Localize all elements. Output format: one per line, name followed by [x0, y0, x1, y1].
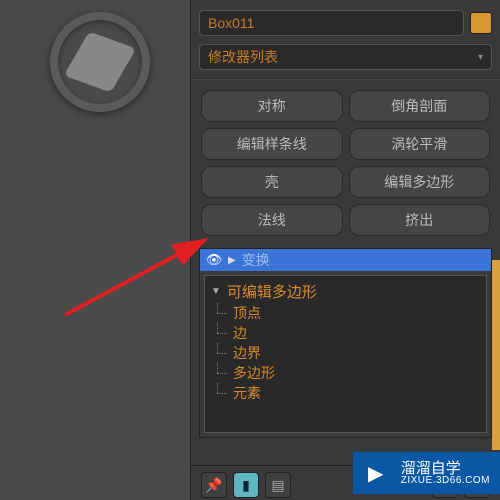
watermark-url: ZIXUE.3D66.COM	[401, 476, 490, 486]
modifier-btn-normal[interactable]: 法线	[201, 204, 343, 236]
subobj-polygon[interactable]: 多边形	[209, 363, 482, 383]
base-object-label: 可编辑多边形	[227, 281, 317, 302]
modifier-btn-turbosmooth[interactable]: 涡轮平滑	[349, 128, 491, 160]
modifier-list-label: 修改器列表	[208, 47, 278, 67]
subobj-edge[interactable]: 边	[209, 323, 482, 343]
show-end-result-icon[interactable]: ▮	[233, 472, 259, 498]
subobj-border[interactable]: 边界	[209, 343, 482, 363]
stack-selected-modifier[interactable]: 👁 ▶ 变换	[200, 249, 491, 271]
modifier-list-dropdown[interactable]: 修改器列表 ▾	[199, 44, 492, 70]
pin-stack-icon[interactable]: 📌	[201, 472, 227, 498]
view-cube[interactable]	[40, 2, 160, 122]
object-name-input[interactable]	[199, 10, 464, 36]
watermark-logo-icon: ▶	[359, 456, 393, 490]
modifier-btn-shell[interactable]: 壳	[201, 166, 343, 198]
stack-tree: ▼ 可编辑多边形 顶点 边 边界 多边形 元素	[204, 275, 487, 433]
modifier-btn-symmetry[interactable]: 对称	[201, 90, 343, 122]
panel-scrollbar[interactable]	[492, 260, 500, 450]
modifier-stack: 👁 ▶ 变换 ▼ 可编辑多边形 顶点 边 边界 多边形 元素	[199, 248, 492, 438]
selected-modifier-label: 变换	[242, 250, 270, 270]
watermark-brand: 溜溜自学	[401, 461, 490, 476]
collapse-icon[interactable]: ▼	[211, 286, 221, 297]
visibility-eye-icon[interactable]: 👁	[206, 252, 222, 268]
expand-icon[interactable]: ▶	[228, 255, 236, 266]
modifier-btn-extrude[interactable]: 挤出	[349, 204, 491, 236]
modify-panel: 修改器列表 ▾ 对称 倒角剖面 编辑样条线 涡轮平滑 壳 编辑多边形 法线 挤出…	[190, 0, 500, 500]
divider	[191, 78, 500, 80]
modifier-btn-edit-poly[interactable]: 编辑多边形	[349, 166, 491, 198]
object-name-row	[191, 6, 500, 40]
modifier-btn-edit-spline[interactable]: 编辑样条线	[201, 128, 343, 160]
modifier-shortcut-grid: 对称 倒角剖面 编辑样条线 涡轮平滑 壳 编辑多边形 法线 挤出	[191, 84, 500, 242]
modifier-btn-bevel-profile[interactable]: 倒角剖面	[349, 90, 491, 122]
object-color-swatch[interactable]	[470, 12, 492, 34]
chevron-down-icon: ▾	[478, 52, 483, 63]
subobj-vertex[interactable]: 顶点	[209, 303, 482, 323]
watermark: ▶ 溜溜自学 ZIXUE.3D66.COM	[353, 452, 500, 494]
stack-base-row[interactable]: ▼ 可编辑多边形	[209, 280, 482, 303]
subobj-element[interactable]: 元素	[209, 383, 482, 403]
make-unique-icon[interactable]: ▤	[265, 472, 291, 498]
